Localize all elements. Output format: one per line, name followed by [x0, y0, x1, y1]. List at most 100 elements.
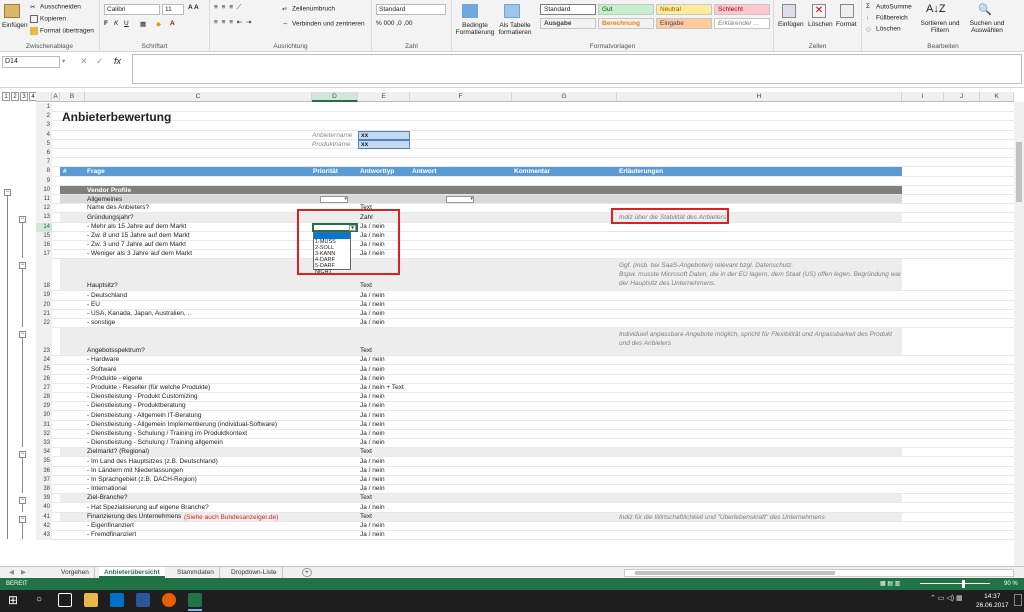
- underline-icon[interactable]: U: [124, 20, 129, 27]
- row-number[interactable]: 14: [36, 222, 52, 232]
- name-box-dropdown-icon[interactable]: ▾: [62, 57, 65, 65]
- cut-button[interactable]: ✂ Ausschneiden: [30, 3, 81, 11]
- answer-type-cell[interactable]: Text: [360, 347, 410, 354]
- format-cells-button[interactable]: Format: [836, 21, 857, 28]
- tray-icons[interactable]: ⌃ ▭ ◁) ▦: [930, 594, 963, 602]
- column-header-I[interactable]: I: [902, 92, 944, 102]
- row-number[interactable]: 30: [36, 411, 52, 421]
- formula-input[interactable]: [132, 54, 1022, 84]
- column-header-K[interactable]: K: [980, 92, 1014, 102]
- answer-type-cell[interactable]: Ja / nein: [360, 301, 410, 308]
- find-select-button[interactable]: Suchen und Auswählen: [966, 20, 1008, 34]
- question-cell[interactable]: - Dienstleistung - Allgemein IT-Beratung: [87, 412, 311, 419]
- clock[interactable]: 14:37 26.06.2017: [976, 592, 1009, 610]
- row-number[interactable]: 36: [36, 466, 52, 476]
- outline-collapse-button[interactable]: −: [19, 497, 26, 505]
- row-number[interactable]: 4: [36, 130, 52, 140]
- row-number[interactable]: 19: [36, 291, 52, 301]
- fill-color-icon[interactable]: ◆: [156, 20, 161, 28]
- autosum-button[interactable]: Σ AutoSumme: [866, 3, 912, 11]
- zoom-level[interactable]: 90 %: [1004, 578, 1018, 590]
- row-number[interactable]: 28: [36, 393, 52, 403]
- app-icon[interactable]: [136, 593, 150, 607]
- row-number[interactable]: 42: [36, 521, 52, 531]
- column-header-C[interactable]: C: [85, 92, 312, 102]
- question-cell[interactable]: - USA, Kanada, Japan, Australien, ..: [87, 310, 311, 317]
- answer-type-cell[interactable]: Ja / nein: [360, 375, 410, 382]
- column-header-J[interactable]: J: [944, 92, 980, 102]
- row-number[interactable]: 8: [36, 167, 52, 177]
- question-cell[interactable]: - Produkte - eigene: [87, 375, 311, 382]
- row-number[interactable]: 41: [36, 512, 52, 522]
- copy-button[interactable]: Kopieren: [30, 15, 66, 23]
- sort-filter-button[interactable]: Sortieren und Filtern: [920, 20, 960, 34]
- answer-type-cell[interactable]: Ja / nein: [360, 356, 410, 363]
- question-cell[interactable]: - Hardware: [87, 356, 311, 363]
- merge-center-button[interactable]: ⇔ Verbinden und zentrieren: [282, 20, 365, 28]
- row-number[interactable]: 18: [36, 259, 52, 292]
- conditional-format-icon[interactable]: [462, 4, 478, 18]
- vertical-scrollbar[interactable]: [1014, 102, 1024, 566]
- row-number[interactable]: 23: [36, 328, 52, 357]
- zoom-slider-thumb[interactable]: [962, 580, 965, 588]
- answer-type-cell[interactable]: Ja / nein: [360, 402, 410, 409]
- answer-type-cell[interactable]: Ja / nein: [360, 319, 410, 326]
- horizontal-align-icons[interactable]: ≡ ≡ ≡ ⇤ ⇥: [214, 18, 253, 26]
- row-number[interactable]: 29: [36, 402, 52, 412]
- produktname-input[interactable]: xx: [358, 139, 410, 149]
- outline-level-button[interactable]: 2: [11, 92, 19, 101]
- answer-type-cell[interactable]: Ja / nein: [360, 504, 410, 511]
- zoom-slider[interactable]: [920, 583, 990, 584]
- horizontal-scrollbar[interactable]: [624, 569, 1014, 577]
- row-number[interactable]: 6: [36, 149, 52, 159]
- question-cell[interactable]: Zielmarkt? (Regional): [87, 448, 311, 455]
- bold-icon[interactable]: F: [104, 20, 108, 27]
- format-painter-button[interactable]: Format übertragen: [30, 27, 94, 35]
- answer-type-cell[interactable]: Ja / nein: [360, 430, 410, 437]
- delete-cells-icon[interactable]: ✕: [812, 4, 826, 18]
- question-cell[interactable]: - Eigenfinanziert: [87, 522, 311, 529]
- outline-level-button[interactable]: 3: [20, 92, 28, 101]
- add-sheet-button[interactable]: +: [302, 568, 312, 577]
- grow-font-icon[interactable]: A A: [188, 4, 199, 11]
- style-erklaerend[interactable]: Erklärender ...: [714, 18, 770, 29]
- answer-type-cell[interactable]: Ja / nein: [360, 476, 410, 483]
- question-cell[interactable]: - In Sprachgebiet (z.B. DACH-Region): [87, 476, 311, 483]
- insert-cells-button[interactable]: Einfügen: [778, 21, 804, 28]
- select-all-corner[interactable]: [36, 92, 52, 102]
- row-number[interactable]: 20: [36, 300, 52, 310]
- cancel-icon[interactable]: ✕: [80, 56, 88, 67]
- question-cell[interactable]: - sonstige: [87, 319, 311, 326]
- outline-collapse-button[interactable]: −: [19, 216, 26, 224]
- question-cell[interactable]: - Mehr als 15 Jahre auf dem Markt: [87, 223, 311, 230]
- format-cells-icon[interactable]: [840, 4, 854, 18]
- notifications-icon[interactable]: [1014, 594, 1022, 606]
- question-cell[interactable]: Angebotsspektrum?: [87, 347, 311, 354]
- question-cell[interactable]: - Dienstleistung - Produktberatung: [87, 402, 311, 409]
- answer-type-cell[interactable]: Ja / nein: [360, 467, 410, 474]
- dropdown-option[interactable]: 5-DARF NICHT: [314, 263, 350, 275]
- row-number[interactable]: 39: [36, 494, 52, 504]
- confirm-icon[interactable]: ✓: [96, 56, 104, 67]
- outline-collapse-button[interactable]: −: [19, 515, 26, 523]
- sort-filter-icon[interactable]: A↓Z: [926, 3, 946, 15]
- outline-collapse-button[interactable]: −: [19, 262, 26, 270]
- column-header-D[interactable]: D: [312, 92, 358, 102]
- answer-type-cell[interactable]: Ja / nein + Text: [360, 384, 410, 391]
- border-icon[interactable]: ▦: [140, 20, 146, 28]
- answer-type-cell[interactable]: Ja / nein: [360, 522, 410, 529]
- question-cell[interactable]: - In Ländern mit Niederlassungen: [87, 467, 311, 474]
- firefox-icon[interactable]: [162, 593, 176, 607]
- question-cell[interactable]: Hauptsitz?: [87, 282, 311, 289]
- question-cell[interactable]: - Deutschland: [87, 292, 311, 299]
- insert-function-icon[interactable]: fx: [114, 56, 121, 66]
- answer-type-cell[interactable]: Ja / nein: [360, 485, 410, 492]
- excel-icon[interactable]: [188, 593, 202, 607]
- tab-stammdaten[interactable]: Stammdaten: [172, 567, 220, 578]
- tab-vorgehen[interactable]: Vorgehen: [56, 567, 95, 578]
- row-number[interactable]: 2: [36, 112, 52, 122]
- question-cell[interactable]: - Hat Spezialisierung auf eigene Branche…: [87, 504, 311, 511]
- row-number[interactable]: 27: [36, 383, 52, 393]
- style-standard[interactable]: Standard: [540, 4, 596, 15]
- windows-start-icon[interactable]: ⊞: [6, 593, 20, 607]
